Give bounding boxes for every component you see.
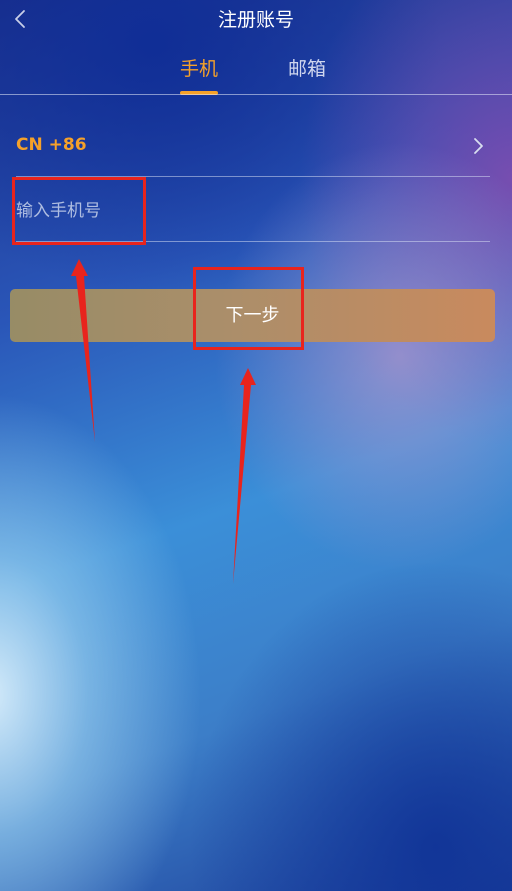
annotation-box-next-button (193, 267, 304, 350)
tabs-divider (0, 94, 512, 95)
top-bar: 注册账号 (0, 0, 512, 40)
tab-bar: 手机 邮箱 (0, 56, 512, 96)
tab-email[interactable]: 邮箱 (288, 56, 326, 82)
tab-phone[interactable]: 手机 (180, 56, 218, 82)
chevron-right-icon (470, 135, 486, 157)
country-code-selector[interactable]: CN +86 (16, 126, 490, 166)
annotation-arrow-next-button (233, 368, 256, 584)
annotation-arrow-phone-input (71, 259, 95, 442)
annotation-box-phone-input (12, 177, 146, 245)
country-code-label: CN +86 (16, 135, 87, 155)
page-title: 注册账号 (217, 9, 294, 31)
